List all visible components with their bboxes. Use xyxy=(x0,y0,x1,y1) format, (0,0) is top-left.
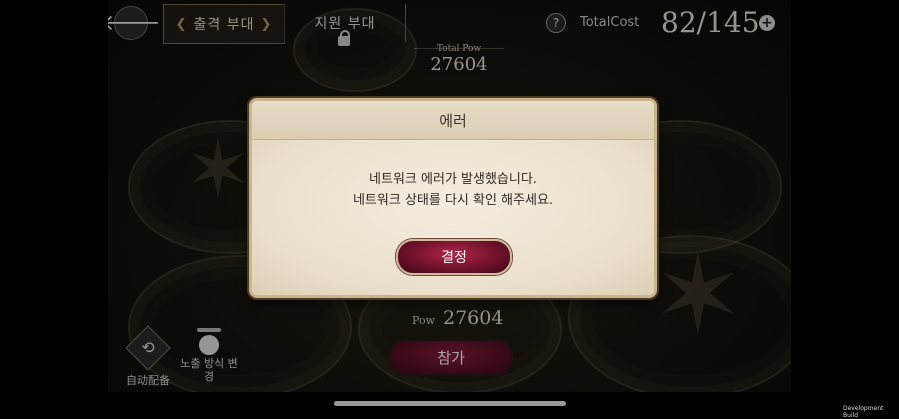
error-message-line2: 네트워크 상태를 다시 확인 해주세요. xyxy=(352,193,554,208)
dialog-body: 네트워크 에러가 발생했습니다. 네트워크 상태를 다시 확인 해주세요. 결정 xyxy=(252,140,654,295)
dev-build-label: Development Build xyxy=(843,405,884,419)
error-dialog: 에러 네트워크 에러가 발생했습니다. 네트워크 상태를 다시 확인 해주세요.… xyxy=(249,98,657,298)
confirm-button[interactable]: 결정 xyxy=(396,239,512,275)
home-indicator[interactable] xyxy=(334,401,566,406)
dialog-title: 에러 xyxy=(252,101,654,140)
error-message-line1: 네트워크 에러가 발생했습니다. xyxy=(369,172,537,187)
game-screen: ✶ ✶ 🡐 ❮ 출격 부대 ❯ 지원 부대 ? TotalCost 82/145… xyxy=(108,0,791,392)
